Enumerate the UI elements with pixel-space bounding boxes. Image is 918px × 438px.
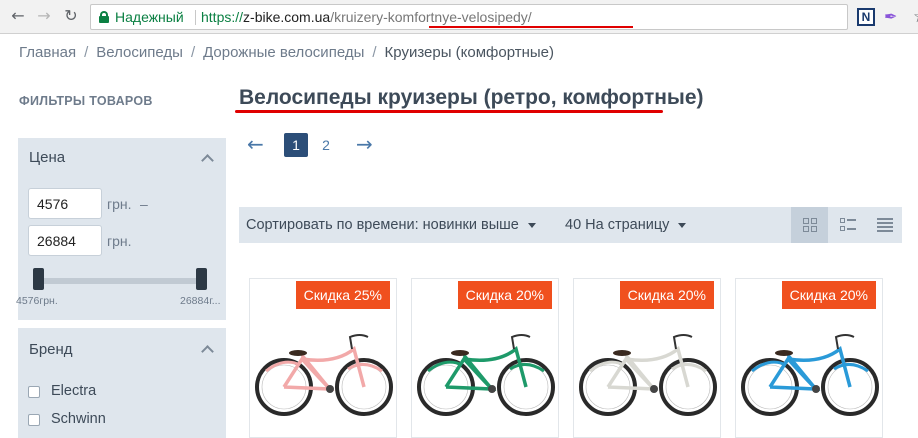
back-icon[interactable]: ← (8, 6, 28, 26)
page-title: Велосипеды круизеры (ретро, комфортные) (239, 86, 704, 109)
price-slider-max-handle[interactable] (196, 268, 207, 290)
bike-image[interactable] (736, 319, 884, 419)
grid-large-icon (803, 218, 818, 233)
url-scheme: https:// (201, 9, 244, 25)
reload-icon[interactable]: ↻ (61, 6, 81, 26)
lock-icon (99, 11, 109, 23)
catalog-toolbar: Сортировать по времени: новинки выше 40 … (239, 207, 902, 243)
product-card[interactable]: Скидка 25% (249, 278, 397, 438)
filters-title: ФИЛЬТРЫ ТОВАРОВ (19, 94, 153, 108)
price-min-currency: грн. (107, 196, 132, 212)
brand-option-label: Electra (51, 383, 97, 399)
price-slider-max-label: 26884г... (180, 295, 221, 307)
price-min-input[interactable] (28, 188, 102, 219)
caret-down-icon (678, 222, 687, 228)
product-card[interactable]: Скидка 20% (411, 278, 559, 438)
chevron-up-icon[interactable] (201, 154, 214, 167)
breadcrumb-road-bikes[interactable]: Дорожные велосипеды (203, 44, 364, 61)
url-host: z-bike.com.ua (243, 9, 331, 25)
breadcrumb-current: Круизеры (комфортные) (384, 44, 555, 61)
breadcrumb: Главная / Велосипеды / Дорожные велосипеды / К… (19, 44, 554, 61)
browser-toolbar: ← → ↻ Надежный https://z-bike.com.ua/kru… (0, 0, 918, 34)
bike-image[interactable] (250, 319, 398, 419)
extension-n-icon[interactable]: N (857, 8, 875, 26)
breadcrumb-separator: / (84, 44, 89, 61)
grid-small-icon (840, 218, 856, 233)
title-annotation-underline (235, 110, 663, 113)
pagination-next-icon[interactable]: → (356, 132, 373, 156)
pagination-page[interactable]: 1 (284, 133, 308, 157)
url-annotation-underline (429, 26, 633, 28)
brand-filter-title[interactable]: Бренд (29, 341, 73, 358)
address-bar[interactable]: Надежный https://z-bike.com.ua/kruizery-… (90, 4, 918, 30)
chevron-up-icon[interactable] (201, 345, 214, 358)
price-filter: Цена грн. – грн. 4576грн. 26884г... (16, 138, 226, 320)
checkbox[interactable] (28, 386, 40, 398)
omnibox-divider (195, 10, 196, 25)
bike-image[interactable] (574, 319, 722, 419)
price-range-dash: – (140, 196, 148, 212)
checkbox[interactable] (28, 414, 40, 426)
bike-image[interactable] (412, 319, 560, 419)
price-filter-title[interactable]: Цена (29, 149, 65, 166)
breadcrumb-separator: / (190, 44, 196, 61)
list-icon (877, 218, 893, 233)
brand-filter: Бренд Electra Schwinn (18, 328, 226, 438)
bookmark-star-icon[interactable]: ☆ (913, 7, 918, 27)
url-path: /kruizery-komfortnye-velosipedy/ (330, 9, 532, 25)
view-grid-small-button[interactable] (828, 207, 865, 243)
price-max-input[interactable] (28, 225, 102, 256)
price-slider-min-handle[interactable] (33, 268, 44, 290)
breadcrumb-bicycles[interactable]: Велосипеды (96, 44, 183, 61)
url-text[interactable]: https://z-bike.com.ua/kruizery-komfortny… (201, 9, 532, 25)
sort-dropdown[interactable]: Сортировать по времени: новинки выше (246, 217, 536, 233)
view-grid-large-button[interactable] (791, 207, 828, 243)
price-slider-track[interactable] (38, 278, 202, 284)
discount-badge: Скидка 20% (457, 281, 552, 309)
product-card[interactable]: Скидка 20% (735, 278, 883, 438)
breadcrumb-home[interactable]: Главная (19, 44, 76, 61)
view-list-button[interactable] (865, 207, 902, 243)
discount-badge: Скидка 25% (295, 281, 390, 309)
breadcrumb-separator: / (372, 44, 377, 61)
price-slider-min-label: 4576грн. (16, 295, 58, 307)
caret-down-icon (527, 222, 536, 228)
discount-badge: Скидка 20% (619, 281, 714, 309)
discount-badge: Скидка 20% (781, 281, 876, 309)
brand-option-label: Schwinn (51, 411, 106, 427)
pagination-prev-icon[interactable]: ← (247, 132, 264, 156)
extension-feather-icon[interactable]: ✒ (884, 7, 904, 27)
secure-label: Надежный (115, 9, 184, 25)
per-page-dropdown[interactable]: 40 На страницу (565, 217, 687, 233)
sort-label: Сортировать по времени: новинки выше (246, 217, 519, 233)
price-max-currency: грн. (107, 233, 132, 249)
forward-icon[interactable]: → (34, 6, 54, 26)
product-card[interactable]: Скидка 20% (573, 278, 721, 438)
per-page-label: 40 На страницу (565, 217, 670, 233)
pagination-page[interactable]: 2 (314, 133, 338, 157)
